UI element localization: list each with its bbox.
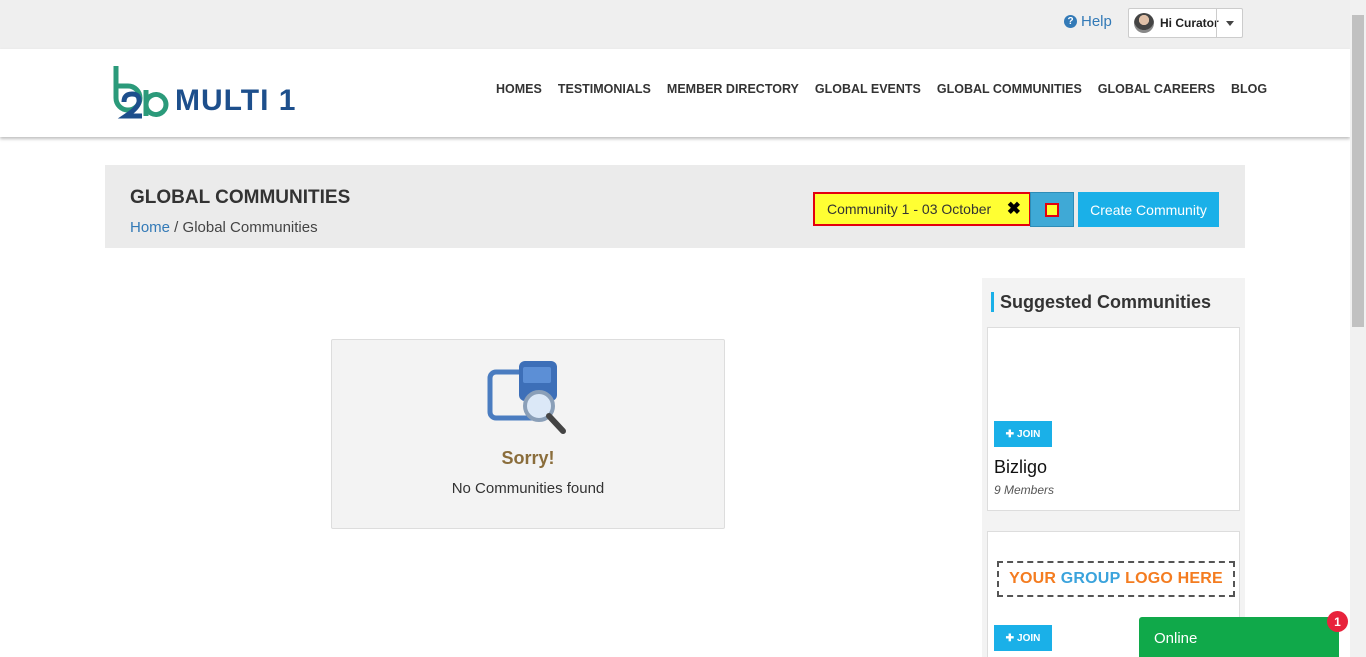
main-nav: HOMES TESTIMONIALS MEMBER DIRECTORY GLOB…	[488, 82, 1275, 96]
breadcrumb-current: Global Communities	[182, 219, 318, 236]
search-input[interactable]	[827, 201, 997, 217]
join-button[interactable]: ✚ JOIN	[994, 625, 1052, 651]
user-menu-toggle[interactable]	[1216, 9, 1242, 37]
nav-item-testimonials[interactable]: TESTIMONIALS	[550, 82, 659, 96]
breadcrumb: Home / Global Communities	[130, 219, 318, 236]
breadcrumb-home-link[interactable]: Home	[130, 219, 170, 236]
empty-state-message: No Communities found	[451, 480, 605, 497]
nav-item-global-careers[interactable]: GLOBAL CAREERS	[1090, 82, 1223, 96]
join-label: JOIN	[1017, 428, 1041, 440]
scrollbar-thumb[interactable]	[1352, 15, 1364, 327]
avatar	[1134, 13, 1154, 33]
community-card[interactable]: ✚ JOIN Bizligo 9 Members	[987, 327, 1240, 511]
help-link[interactable]: ? Help	[1064, 13, 1112, 30]
join-label: JOIN	[1017, 632, 1041, 644]
top-bar: ? Help Hi Curator	[0, 0, 1350, 49]
join-button[interactable]: ✚ JOIN	[994, 421, 1052, 447]
plus-icon: ✚	[1005, 632, 1015, 644]
brand-logo[interactable]: MULTI 1	[112, 64, 312, 124]
page-title: GLOBAL COMMUNITIES	[130, 187, 351, 208]
chat-notification-badge: 1	[1327, 611, 1348, 632]
suggested-communities-panel: Suggested Communities ✚ JOIN Bizligo 9 M…	[982, 278, 1245, 657]
clear-search-icon[interactable]: ✖	[1007, 199, 1021, 219]
page-header-band: GLOBAL COMMUNITIES Home / Global Communi…	[105, 165, 1245, 248]
community-search-field: ✖	[813, 192, 1031, 226]
plus-icon: ✚	[1005, 428, 1015, 440]
community-name[interactable]: Bizligo	[994, 457, 1047, 478]
folder-search-icon	[487, 361, 566, 434]
user-menu-button[interactable]: Hi Curator	[1128, 8, 1243, 38]
user-greeting: Hi Curator	[1160, 16, 1219, 30]
online-chat-widget[interactable]: Online	[1139, 617, 1339, 657]
question-circle-icon: ?	[1064, 15, 1077, 28]
search-icon	[1045, 202, 1059, 217]
breadcrumb-separator: /	[170, 219, 183, 236]
b2b-logo-icon	[113, 66, 169, 119]
logo-placeholder-text: GROUP	[1060, 570, 1121, 587]
help-label: Help	[1081, 13, 1112, 30]
community-members: 9 Members	[994, 483, 1055, 497]
logo-placeholder-text: LOGO HERE	[1125, 570, 1223, 587]
nav-item-blog[interactable]: BLOG	[1223, 82, 1275, 96]
empty-state-card: Sorry! No Communities found	[331, 339, 725, 529]
nav-item-member-directory[interactable]: MEMBER DIRECTORY	[659, 82, 807, 96]
nav-item-global-communities[interactable]: GLOBAL COMMUNITIES	[929, 82, 1090, 96]
sidebar-title: Suggested Communities	[991, 292, 1211, 312]
nav-item-global-events[interactable]: GLOBAL EVENTS	[807, 82, 929, 96]
caret-down-icon	[1225, 20, 1234, 26]
create-community-button[interactable]: Create Community	[1078, 192, 1219, 227]
logo-placeholder-text: YOUR	[1009, 570, 1057, 587]
group-logo-placeholder: YOUR GROUP LOGO HERE	[997, 561, 1235, 597]
site-header: MULTI 1 HOMES TESTIMONIALS MEMBER DIRECT…	[0, 49, 1350, 137]
nav-item-homes[interactable]: HOMES	[488, 82, 550, 96]
empty-state-heading: Sorry!	[501, 448, 555, 468]
search-button[interactable]	[1030, 192, 1074, 227]
brand-name: MULTI 1	[175, 84, 297, 117]
